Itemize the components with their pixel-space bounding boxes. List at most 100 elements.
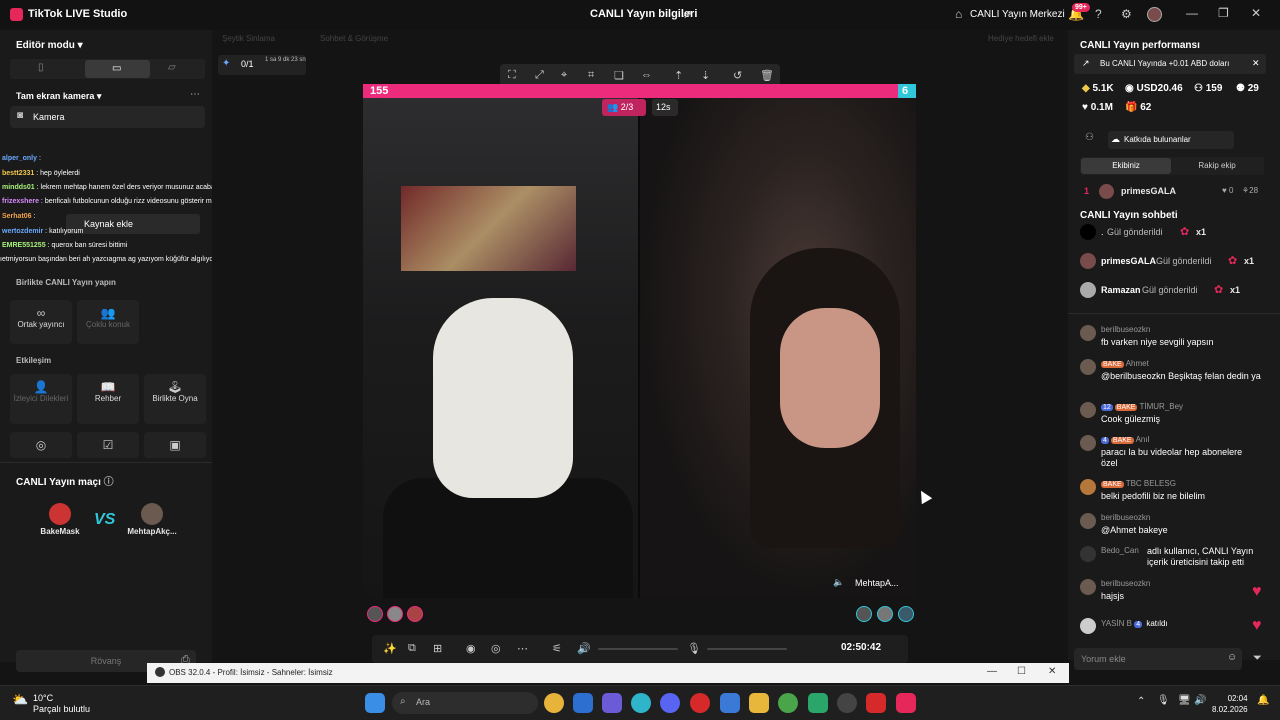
help-icon[interactable]: ? (1095, 7, 1102, 21)
add-gift-goal[interactable]: Hediye hedefi ekle (988, 34, 1054, 43)
portrait-icon[interactable]: ▯ (38, 62, 44, 73)
volume-slider[interactable] (598, 648, 678, 650)
player1[interactable]: BakeMask (24, 497, 96, 545)
gifter-avatar[interactable] (877, 606, 893, 622)
comment-input[interactable]: Yorum ekle ☺ (1074, 648, 1242, 670)
obs-icon[interactable] (837, 693, 857, 713)
chat-comment[interactable]: BAKE TBC BELESG belki pedofili biz ne bil… (1080, 479, 1270, 507)
flip-icon[interactable]: ⇔ (641, 69, 652, 81)
layer-up-icon[interactable]: ⇡ (674, 69, 683, 82)
discord-icon[interactable] (660, 693, 680, 713)
chrome-alt-icon[interactable] (778, 693, 798, 713)
folder-icon[interactable] (749, 693, 769, 713)
center-icon[interactable]: ⌖ (561, 69, 567, 82)
player2[interactable]: MehtapAkç... (116, 497, 188, 545)
record-icon[interactable]: ◉ (466, 642, 476, 655)
mic-icon[interactable]: 🎙 (1157, 695, 1170, 706)
guide-button[interactable]: 📖 Rehber (77, 374, 139, 424)
rank-row[interactable]: 1 primesGALA ♥ 0 ⚘28 (1080, 184, 1270, 200)
tiktok-icon[interactable] (896, 693, 916, 713)
layer-down-icon[interactable]: ⇣ (701, 69, 710, 82)
camera-source[interactable]: ◙ Kamera (10, 106, 205, 128)
dual-icon[interactable]: ▱ (168, 62, 176, 73)
info-icon[interactable]: ⓘ (104, 477, 114, 488)
close-icon[interactable]: ✕ (1048, 666, 1056, 677)
volume-icon[interactable]: 🔊 (577, 642, 591, 655)
share-icon[interactable]: ⇗ (682, 7, 692, 21)
close-icon[interactable]: ✕ (1251, 6, 1261, 20)
play-together-button[interactable]: 🕹 Birlikte Oyna (144, 374, 206, 424)
copy-icon[interactable]: ❏ (614, 69, 624, 82)
chat-comment[interactable]: 4 BAKE Anıl paracı la bu videolar hep abon… (1080, 435, 1270, 473)
more-icon[interactable]: ⋯ (190, 89, 200, 100)
box-tile[interactable]: ▣ (144, 432, 206, 458)
landscape-option[interactable]: ▭ (85, 60, 150, 78)
screen-icon[interactable]: ⧉ (408, 642, 416, 655)
tab-team[interactable]: Ekibiniz (1081, 158, 1171, 174)
filter-icon[interactable]: ⏷ (1253, 652, 1262, 665)
clock[interactable]: 02:04 8.02.2026 (1212, 693, 1248, 715)
settings-sliders-icon[interactable]: ⚟ (552, 642, 562, 655)
minimize-icon[interactable]: — (987, 666, 997, 677)
obs-window[interactable]: OBS 32.0.4 - Profil: İsimsiz - Sahneler:… (147, 663, 1069, 683)
gifter-avatar[interactable] (367, 606, 383, 622)
gifter-avatar[interactable] (898, 606, 914, 622)
chat-comment[interactable]: berilbuseozkn fb varken niye sevgili yap… (1080, 325, 1270, 353)
layout-switch[interactable]: ▯ ▭ ▱ (10, 59, 205, 79)
multi-guest-button[interactable]: 👥 Çoklu konuk (77, 300, 139, 344)
trash-icon[interactable]: 🗑 (760, 69, 774, 82)
checklist-tile[interactable]: ☑ (77, 432, 139, 458)
avatar[interactable] (1147, 7, 1162, 22)
weather-widget[interactable]: ⛅ 10°C Parçalı bulutlu (12, 693, 90, 715)
opera-icon[interactable] (690, 693, 710, 713)
top-tab-1[interactable]: Şeytik Sinlama (222, 34, 275, 43)
edge-icon[interactable] (631, 693, 651, 713)
crop-icon[interactable]: ⌗ (588, 69, 594, 82)
live-center-button[interactable]: CANLI Yayın Merkezi (970, 9, 1065, 20)
chat-comment[interactable]: BAKE Ahmet @berilbuseozkn Beşiktaş felan … (1080, 359, 1270, 395)
maximize-icon[interactable]: ☐ (1017, 666, 1026, 677)
cohost-button[interactable]: ∞ Ortak yayıncı (10, 300, 72, 344)
maximize-icon[interactable]: ❐ (1218, 6, 1229, 20)
gifter-avatar[interactable] (387, 606, 403, 622)
xbox-icon[interactable] (808, 693, 828, 713)
contributors-button[interactable]: ☁ Katkıda bulunanlar (1108, 131, 1234, 149)
gifter-avatar[interactable] (407, 606, 423, 622)
live-video[interactable]: 155 6 👥 2/3 12s 🔈 MehtapA... (363, 84, 916, 598)
focus-icon[interactable]: ◎ (491, 642, 501, 655)
mic-slider[interactable] (707, 648, 787, 650)
search-box[interactable]: ⌕ Ara (392, 692, 538, 714)
expand-icon[interactable]: ⤢ (535, 69, 544, 82)
network-icon[interactable]: 🖥 (1178, 695, 1191, 706)
minimize-icon[interactable]: — (1186, 6, 1198, 20)
fit-icon[interactable]: ⛶ (508, 69, 516, 82)
start-icon[interactable] (365, 693, 385, 713)
emoji-icon[interactable]: ☺ (1227, 652, 1237, 663)
close-icon[interactable]: ✕ (1252, 58, 1260, 69)
target-tile[interactable]: ◎ (10, 432, 72, 458)
store-icon[interactable] (573, 693, 593, 713)
rotate-icon[interactable]: ↺ (733, 69, 742, 82)
chat-comment[interactable]: berilbuseozkn hajsjs (1080, 579, 1270, 607)
layout-icon[interactable]: ⊞ (433, 642, 442, 655)
editor-mode-dropdown[interactable]: Editör modu ▾ (16, 40, 83, 51)
source-title-dropdown[interactable]: Tam ekran kamera ▾ (16, 91, 101, 102)
youtube-icon[interactable] (866, 693, 886, 713)
mail-icon[interactable] (720, 693, 740, 713)
chat-comment[interactable]: berilbuseozkn @Ahmet bakeye (1080, 513, 1270, 541)
chat-comment[interactable]: 12 BAKE TİMUR_Bey Cook gülezmiş (1080, 402, 1270, 430)
volume-icon[interactable]: 🔊 (1194, 695, 1206, 706)
gear-icon[interactable]: ⚙ (1121, 7, 1132, 21)
viewer-requests-button[interactable]: 👤 İzleyici Dilekleri (10, 374, 72, 424)
teams-icon[interactable] (602, 693, 622, 713)
goal-widget[interactable]: ✦ 0/1 1 sa 9 dk 23 sn (218, 55, 306, 75)
more-icon[interactable]: ⋯ (517, 642, 528, 655)
notification-icon[interactable]: 🔔 (1257, 695, 1269, 706)
chrome-icon[interactable] (544, 693, 564, 713)
chevron-up-icon[interactable]: ⌃ (1137, 696, 1145, 707)
mic-icon[interactable]: 🎙 (687, 642, 701, 655)
tab-rival[interactable]: Rakip ekip (1172, 158, 1262, 174)
gifter-avatar[interactable] (856, 606, 872, 622)
magic-icon[interactable]: ✨ (383, 642, 397, 655)
top-tab-2[interactable]: Sohbet & Görüşme (320, 34, 388, 43)
